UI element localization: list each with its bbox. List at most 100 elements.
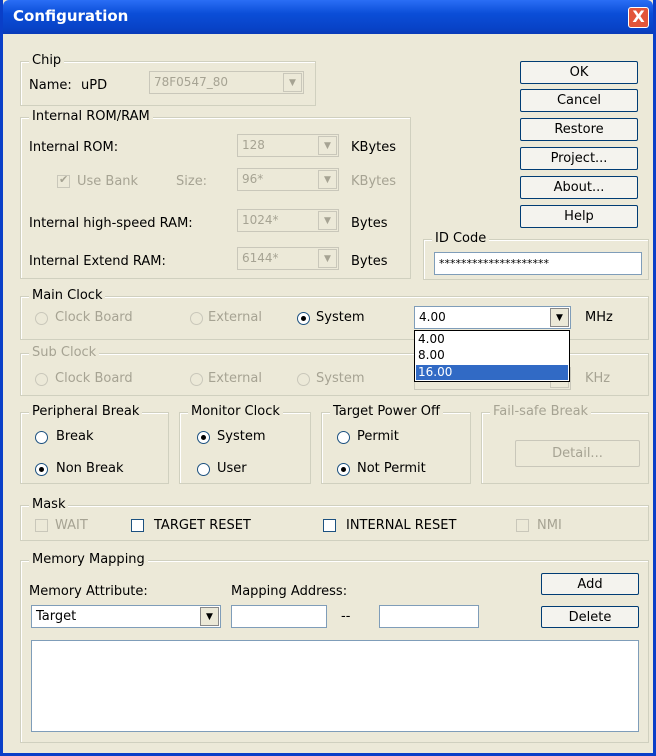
sub-clock-system-radio[interactable] <box>297 373 310 386</box>
sub-clock-board-radio[interactable] <box>35 373 48 386</box>
peripheral-break-legend: Peripheral Break <box>29 404 143 420</box>
main-clock-system-label: System <box>316 310 365 325</box>
detail-button[interactable]: Detail... <box>515 440 640 467</box>
permit-radio[interactable] <box>337 431 350 444</box>
about-button[interactable]: About... <box>520 176 638 199</box>
internal-reset-label: INTERNAL RESET <box>346 518 457 533</box>
main-clock-external-label: External <box>208 310 262 325</box>
target-power-group: Target Power Off Permit Not Permit <box>321 404 471 484</box>
main-clock-unit: MHz <box>585 310 613 325</box>
mapping-list[interactable] <box>31 640 639 732</box>
extram-label: Internal Extend RAM: <box>29 254 166 269</box>
nmi-label: NMI <box>537 518 562 533</box>
failsafe-group: Fail-safe Break Detail... <box>481 404 649 484</box>
extram-select[interactable]: 6144* ▼ <box>237 247 339 270</box>
chip-name-label: Name: <box>29 78 72 93</box>
wait-label: WAIT <box>55 518 88 533</box>
mask-legend: Mask <box>29 497 69 513</box>
monitor-user-radio[interactable] <box>197 463 210 476</box>
dropdown-option[interactable]: 4.00 <box>416 332 568 347</box>
mapping-address-start[interactable] <box>231 605 327 628</box>
chevron-down-icon: ▼ <box>550 308 569 327</box>
main-clock-system-radio[interactable] <box>297 312 310 325</box>
nmi-checkbox[interactable] <box>516 519 529 532</box>
id-code-legend: ID Code <box>432 231 490 247</box>
sub-clock-unit: KHz <box>585 371 611 386</box>
not-permit-radio[interactable] <box>337 463 350 476</box>
sub-clock-legend: Sub Clock <box>29 345 100 361</box>
chevron-down-icon: ▼ <box>318 136 337 155</box>
chevron-down-icon: ▼ <box>318 170 337 189</box>
monitor-clock-legend: Monitor Clock <box>188 404 283 420</box>
main-clock-select[interactable]: 4.00 ▼ <box>414 306 571 329</box>
use-bank-checkbox[interactable] <box>57 173 70 188</box>
sub-clock-board-label: Clock Board <box>55 371 133 386</box>
monitor-system-label: System <box>217 429 266 444</box>
failsafe-legend: Fail-safe Break <box>490 404 592 420</box>
chevron-down-icon: ▼ <box>200 607 219 626</box>
dropdown-option[interactable]: 8.00 <box>416 348 568 363</box>
break-label: Break <box>56 429 94 444</box>
monitor-user-label: User <box>217 461 247 476</box>
configuration-dialog: Configuration X Chip Name: uPD 78F0547_8… <box>0 0 656 756</box>
internal-rom-unit: KBytes <box>351 140 397 155</box>
restore-button[interactable]: Restore <box>520 118 638 141</box>
non-break-label: Non Break <box>56 461 124 476</box>
cancel-button[interactable]: Cancel <box>520 89 638 112</box>
bank-size-select[interactable]: 96* ▼ <box>237 168 339 191</box>
main-clock-external-radio[interactable] <box>190 312 203 325</box>
window-title: Configuration <box>13 7 129 25</box>
id-code-group: ID Code ******************** <box>423 231 649 280</box>
monitor-system-radio[interactable] <box>197 431 210 444</box>
main-clock-board-radio[interactable] <box>35 312 48 325</box>
break-radio[interactable] <box>35 431 48 444</box>
main-clock-legend: Main Clock <box>29 288 106 304</box>
hsram-label: Internal high-speed RAM: <box>29 216 193 231</box>
mapping-address-end[interactable] <box>379 605 479 628</box>
internal-rom-select[interactable]: 128 ▼ <box>237 134 339 157</box>
chip-group: Chip Name: uPD 78F0547_80 ▼ <box>20 53 316 106</box>
memory-attribute-select[interactable]: Target ▼ <box>31 605 221 628</box>
memory-attribute-label: Memory Attribute: <box>29 584 148 599</box>
monitor-clock-group: Monitor Clock System User <box>179 404 311 484</box>
size-unit: KBytes <box>351 174 397 189</box>
chevron-down-icon: ▼ <box>318 249 337 268</box>
id-code-field[interactable]: ******************** <box>434 252 642 275</box>
sub-clock-system-label: System <box>316 371 365 386</box>
target-reset-checkbox[interactable] <box>131 519 144 532</box>
dropdown-option[interactable]: 16.00 <box>416 365 568 380</box>
sub-clock-external-label: External <box>208 371 262 386</box>
help-button[interactable]: Help <box>520 205 638 228</box>
non-break-radio[interactable] <box>35 463 48 476</box>
hsram-unit: Bytes <box>351 216 388 231</box>
hsram-select[interactable]: 1024* ▼ <box>237 209 339 232</box>
internal-legend: Internal ROM/RAM <box>29 109 153 125</box>
permit-label: Permit <box>357 429 399 444</box>
main-clock-dropdown-list: 4.00 8.00 16.00 <box>414 330 570 382</box>
chip-select[interactable]: 78F0547_80 ▼ <box>149 71 304 94</box>
title-bar[interactable]: Configuration X <box>3 0 653 34</box>
sub-clock-external-radio[interactable] <box>190 373 203 386</box>
close-icon: X <box>632 7 645 26</box>
not-permit-label: Not Permit <box>357 461 426 476</box>
chip-legend: Chip <box>29 53 65 69</box>
address-separator: -- <box>341 609 351 624</box>
mapping-address-label: Mapping Address: <box>231 584 348 599</box>
chevron-down-icon: ▼ <box>283 73 302 92</box>
close-button[interactable]: X <box>628 7 649 28</box>
wait-checkbox[interactable] <box>35 519 48 532</box>
memory-mapping-group: Memory Mapping Memory Attribute: Mapping… <box>20 552 649 743</box>
target-reset-label: TARGET RESET <box>154 518 251 533</box>
add-button[interactable]: Add <box>541 573 639 595</box>
use-bank-label: Use Bank <box>77 174 139 189</box>
delete-button[interactable]: Delete <box>541 606 639 628</box>
internal-reset-checkbox[interactable] <box>323 519 336 532</box>
chip-name-value: uPD <box>81 78 108 93</box>
main-clock-board-label: Clock Board <box>55 310 133 325</box>
internal-rom-ram-group: Internal ROM/RAM Internal ROM: 128 ▼ KBy… <box>20 109 411 279</box>
extram-unit: Bytes <box>351 254 388 269</box>
ok-button[interactable]: OK <box>520 61 638 84</box>
mask-group: Mask WAIT TARGET RESET INTERNAL RESET NM… <box>20 497 649 541</box>
project-button[interactable]: Project... <box>520 147 638 170</box>
target-power-legend: Target Power Off <box>330 404 443 420</box>
